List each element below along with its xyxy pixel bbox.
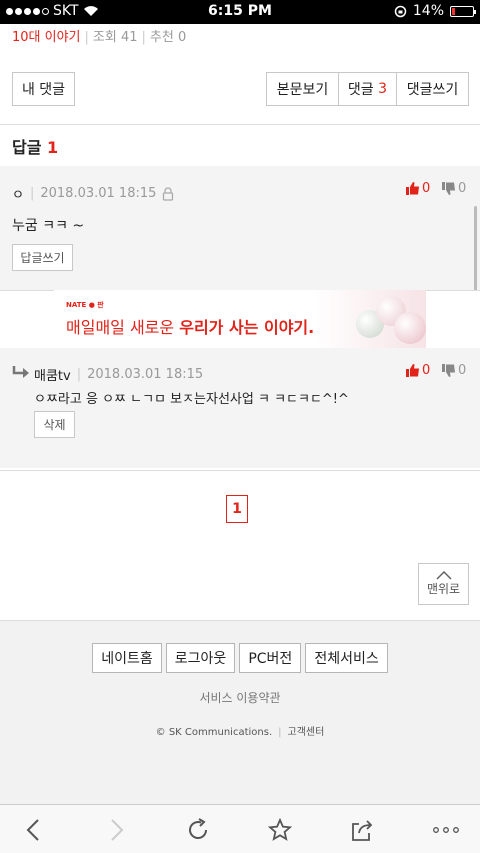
dislike-count: 0 xyxy=(458,181,467,196)
comment-actions: 본문보기 댓글 3 댓글쓰기 xyxy=(266,72,469,106)
forward-button[interactable] xyxy=(104,817,130,843)
comments-count: 3 xyxy=(378,81,388,97)
scroll-to-top-label: 맨위로 xyxy=(426,582,461,596)
delete-button[interactable]: 삭제 xyxy=(34,411,75,438)
comment-text: ㅇㅉ라고 응 ㅇㅉ ㄴㄱㅁ 보ㅈ는자선사업 ㅋ ㅋㄷㅋㄷ^!^ xyxy=(34,392,349,407)
report-icon[interactable] xyxy=(162,186,174,201)
comments-button[interactable]: 댓글 3 xyxy=(338,72,396,106)
divider xyxy=(0,470,480,471)
view-count: 조회 41 xyxy=(92,30,138,45)
reply-count: 1 xyxy=(47,138,59,157)
write-comment-button[interactable]: 댓글쓰기 xyxy=(396,72,469,106)
reply-header: 답글 1 xyxy=(12,134,58,158)
comment-meta: 매쿰tv | 2018.03.01 18:15 xyxy=(34,367,204,384)
view-body-button[interactable]: 본문보기 xyxy=(266,72,338,106)
rotation-lock-icon xyxy=(394,5,407,17)
dislike-button[interactable]: 0 xyxy=(442,181,466,196)
more-button[interactable] xyxy=(432,817,460,843)
reply-arrow-icon xyxy=(12,366,29,378)
scroll-to-top-button[interactable]: 맨위로 xyxy=(418,563,469,605)
comment-date: 2018.03.01 18:15 xyxy=(87,367,204,382)
balloon-decoration xyxy=(394,312,426,344)
reply-button[interactable]: 답글쓰기 xyxy=(12,244,73,271)
share-icon xyxy=(352,820,373,841)
thumbs-down-icon xyxy=(442,364,455,377)
like-button[interactable]: 0 xyxy=(406,181,430,196)
chevron-left-icon xyxy=(26,819,39,841)
battery-percent: 14% xyxy=(412,3,444,19)
more-icon xyxy=(433,827,459,833)
banner-text-plain: 매일매일 새로운 xyxy=(66,318,175,337)
nate-pann-logo: NATE ● 판 xyxy=(66,301,104,309)
thumbs-down-icon xyxy=(442,182,455,195)
board-title[interactable]: 10대 이야기 xyxy=(12,30,81,45)
scrollbar[interactable] xyxy=(474,206,477,291)
comment-text: 누굼 ㅋㅋ ~ xyxy=(12,218,85,234)
my-comments-button[interactable]: 내 댓글 xyxy=(12,72,75,106)
terms-link[interactable]: 서비스 이용약관 xyxy=(0,689,480,706)
share-button[interactable] xyxy=(349,817,375,843)
status-bar: SKT 6:15 PM 14% xyxy=(0,0,480,24)
divider xyxy=(0,124,480,125)
star-icon xyxy=(268,818,292,841)
comment-meta: ㅇ | 2018.03.01 18:15 xyxy=(12,184,174,203)
footer-buttons: 네이트홈 로그아웃 PC버전 전체서비스 xyxy=(0,643,480,673)
page-number[interactable]: 1 xyxy=(226,495,248,523)
comment-date: 2018.03.01 18:15 xyxy=(40,186,157,201)
banner-text: 매일매일 새로운 우리가 사는 이야기. xyxy=(66,314,314,338)
battery-icon xyxy=(450,5,476,17)
support-link[interactable]: 고객센터 xyxy=(288,727,325,738)
comments-label: 댓글 xyxy=(347,82,374,98)
thumbs-up-icon xyxy=(406,182,419,195)
footer: 네이트홈 로그아웃 PC버전 전체서비스 서비스 이용약관 © SK Commu… xyxy=(0,620,480,804)
copyright-line: © SK Communications. | 고객센터 xyxy=(155,727,325,738)
like-button[interactable]: 0 xyxy=(406,363,430,378)
comment-item: 매쿰tv | 2018.03.01 18:15 0 0 ㅇㅉ라고 응 ㅇㅉ ㄴㄱ… xyxy=(0,348,480,468)
comment-author: ㅇ xyxy=(12,188,24,203)
like-count: 0 xyxy=(422,363,431,378)
banner-text-bold: 우리가 사는 이야기. xyxy=(179,318,315,337)
all-services-button[interactable]: 전체서비스 xyxy=(305,643,388,673)
reply-label: 답글 xyxy=(12,138,42,157)
reload-icon xyxy=(189,818,207,839)
back-button[interactable] xyxy=(20,817,46,843)
comment-author: 매쿰tv xyxy=(34,369,71,384)
logout-button[interactable]: 로그아웃 xyxy=(165,643,236,673)
copyright: © SK Communications. xyxy=(155,727,273,738)
nate-home-button[interactable]: 네이트홈 xyxy=(92,643,162,673)
chevron-right-icon xyxy=(111,819,124,841)
chevron-up-icon xyxy=(435,571,452,580)
bookmark-button[interactable] xyxy=(267,817,293,843)
thumbs-up-icon xyxy=(406,364,419,377)
recommend-count: 추천 0 xyxy=(149,30,187,45)
like-count: 0 xyxy=(422,181,431,196)
post-info: 10대 이야기 | 조회 41 | 추천 0 xyxy=(12,30,187,45)
browser-toolbar xyxy=(0,804,480,853)
dislike-button[interactable]: 0 xyxy=(442,363,466,378)
dislike-count: 0 xyxy=(458,363,467,378)
pc-version-button[interactable]: PC버전 xyxy=(239,643,302,673)
reload-button[interactable] xyxy=(185,817,211,843)
comment-item: ㅇ | 2018.03.01 18:15 0 0 누굼 ㅋㅋ ~ 답글쓰기 xyxy=(0,166,480,291)
ad-banner[interactable]: NATE ● 판 매일매일 새로운 우리가 사는 이야기. xyxy=(54,290,426,348)
